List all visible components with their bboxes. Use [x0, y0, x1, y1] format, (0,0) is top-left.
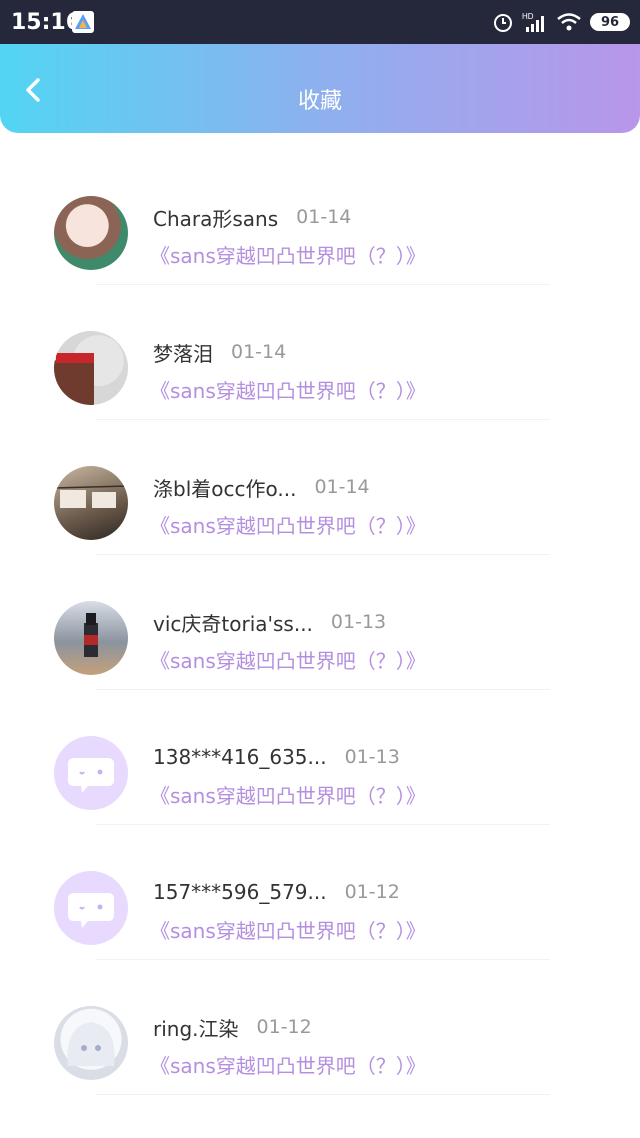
hd-signal-icon: HD: [522, 12, 544, 32]
date: 01-13: [344, 746, 400, 768]
list-item[interactable]: Chara形sans 01-14 《sans穿越凹凸世界吧（？）》: [0, 150, 640, 285]
post-title-link[interactable]: 《sans穿越凹凸世界吧（？）》: [150, 510, 426, 539]
user-name[interactable]: vic庆奇toria'ss...: [153, 608, 313, 637]
avatar[interactable]: [54, 331, 128, 405]
status-bar: 15:16 HD 96: [0, 0, 640, 44]
list-item[interactable]: vic庆奇toria'ss... 01-13 《sans穿越凹凸世界吧（？）》: [0, 555, 640, 690]
post-title-link[interactable]: 《sans穿越凹凸世界吧（？）》: [150, 645, 426, 674]
date: 01-12: [344, 881, 400, 903]
alarm-icon: [494, 14, 512, 32]
avatar[interactable]: [54, 196, 128, 270]
post-title-link[interactable]: 《sans穿越凹凸世界吧（？）》: [150, 375, 426, 404]
avatar[interactable]: [54, 871, 128, 945]
date: 01-14: [296, 206, 352, 228]
post-title-link[interactable]: 《sans穿越凹凸世界吧（？）》: [150, 780, 426, 809]
chat-bubble-icon: [68, 893, 114, 928]
list-item[interactable]: 157***596_579... 01-12 《sans穿越凹凸世界吧（？）》: [0, 825, 640, 960]
divider: [96, 1094, 550, 1095]
status-time: 15:16: [11, 10, 82, 35]
page-title: 收藏: [297, 89, 342, 114]
date: 01-14: [231, 341, 287, 363]
svg-text:HD: HD: [522, 12, 534, 21]
post-title-link[interactable]: 《sans穿越凹凸世界吧（？）》: [150, 240, 426, 269]
battery-icon: 96: [590, 13, 630, 31]
header-bar: 收藏: [0, 44, 640, 133]
avatar[interactable]: [54, 466, 128, 540]
app-icon: [72, 11, 94, 33]
avatar[interactable]: [54, 736, 128, 810]
date: 01-14: [314, 476, 370, 498]
user-name[interactable]: Chara形sans: [153, 203, 278, 232]
date: 01-13: [330, 611, 387, 633]
list-item[interactable]: 138***416_635... 01-13 《sans穿越凹凸世界吧（？）》: [0, 690, 640, 825]
user-name[interactable]: 梦落泪: [153, 338, 213, 367]
avatar[interactable]: [54, 1006, 128, 1080]
post-title-link[interactable]: 《sans穿越凹凸世界吧（？）》: [150, 915, 426, 944]
date: 01-12: [256, 1016, 312, 1038]
user-name[interactable]: 157***596_579...: [153, 880, 327, 904]
user-name[interactable]: 涤bl着occ作o...: [153, 473, 296, 502]
favorites-list: Chara形sans 01-14 《sans穿越凹凸世界吧（？）》 梦落泪 01…: [0, 150, 640, 1095]
avatar[interactable]: [54, 601, 128, 675]
user-name[interactable]: 138***416_635...: [153, 745, 327, 769]
status-icons: HD 96: [492, 9, 630, 35]
post-title-link[interactable]: 《sans穿越凹凸世界吧（？）》: [150, 1050, 426, 1079]
list-item[interactable]: ring.江染 01-12 《sans穿越凹凸世界吧（？）》: [0, 960, 640, 1095]
chat-bubble-icon: [68, 758, 114, 793]
list-item[interactable]: 涤bl着occ作o... 01-14 《sans穿越凹凸世界吧（？）》: [0, 420, 640, 555]
wifi-icon: [557, 13, 581, 31]
list-item[interactable]: 梦落泪 01-14 《sans穿越凹凸世界吧（？）》: [0, 285, 640, 420]
user-name[interactable]: ring.江染: [153, 1013, 239, 1042]
